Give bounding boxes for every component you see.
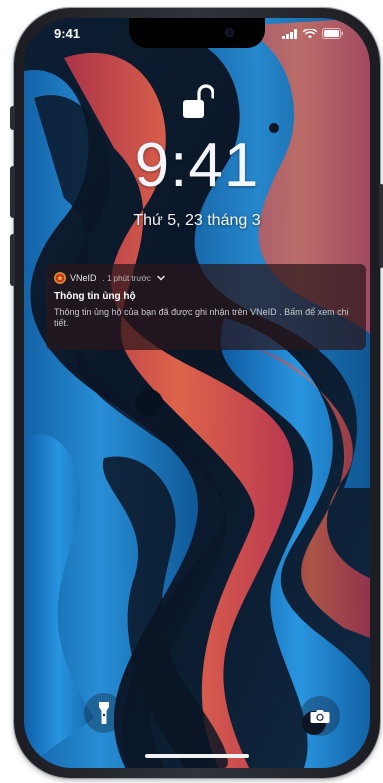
notification-time: . 1 phút trước (102, 273, 151, 283)
volume-down-button (10, 234, 15, 286)
mute-switch (10, 106, 15, 130)
notch (129, 18, 265, 48)
status-bar-icons (282, 28, 344, 39)
flashlight-icon (99, 702, 109, 724)
battery-icon (322, 28, 343, 39)
camera-button[interactable] (300, 696, 340, 736)
camera-icon (310, 710, 330, 723)
lock-screen-date: Thứ 5, 23 tháng 3 (133, 212, 261, 229)
vneid-app-icon (54, 272, 66, 284)
home-indicator[interactable] (145, 754, 249, 758)
wifi-icon (303, 28, 317, 38)
power-button (379, 184, 383, 268)
notification-header: VNeID . 1 phút trước (54, 272, 165, 284)
signal-icon (282, 28, 297, 39)
notification-app-name: VNeID (70, 273, 97, 283)
notification-body: Thông tin ủng hộ của bạn đã được ghi nhậ… (54, 307, 349, 328)
status-bar-time: 9:41 (54, 26, 81, 41)
unlocked-padlock-icon (183, 84, 214, 118)
flashlight-button[interactable] (84, 693, 124, 733)
phone-frame: 9:41 9:41 Thứ 5, 23 tháng 3 VNeID . 1 ph… (10, 8, 383, 778)
front-camera-icon (225, 28, 234, 37)
lock-screen-time: 9:41 (134, 131, 260, 200)
chevron-down-icon[interactable] (157, 274, 165, 282)
volume-up-button (10, 166, 15, 218)
notification-title: Thông tin ủng hộ (54, 291, 136, 302)
lock-screen[interactable]: 9:41 9:41 Thứ 5, 23 tháng 3 VNeID . 1 ph… (24, 18, 370, 768)
notification-card[interactable]: VNeID . 1 phút trước Thông tin ủng hộ Th… (46, 264, 366, 350)
